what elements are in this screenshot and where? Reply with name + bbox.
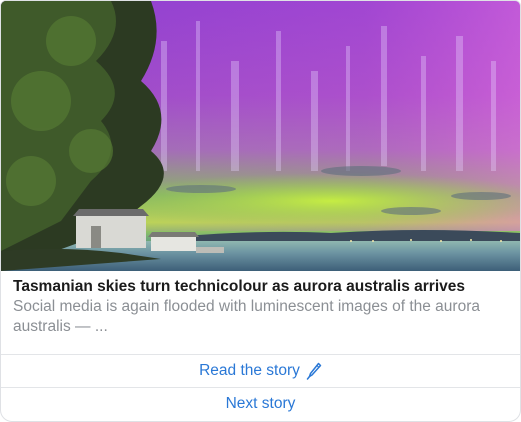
- aurora-photo: [1, 1, 520, 271]
- pen-icon: [306, 362, 322, 380]
- next-story-button[interactable]: Next story: [1, 387, 520, 420]
- story-headline[interactable]: Tasmanian skies turn technicolour as aur…: [13, 277, 508, 297]
- story-summary: Social media is again flooded with lumin…: [13, 298, 480, 335]
- story-image[interactable]: [1, 1, 520, 271]
- story-text: Tasmanian skies turn technicolour as aur…: [1, 271, 520, 354]
- read-story-label: Read the story: [199, 362, 300, 379]
- next-story-label: Next story: [225, 395, 296, 412]
- story-card: Tasmanian skies turn technicolour as aur…: [0, 0, 521, 422]
- read-story-button[interactable]: Read the story: [1, 354, 520, 387]
